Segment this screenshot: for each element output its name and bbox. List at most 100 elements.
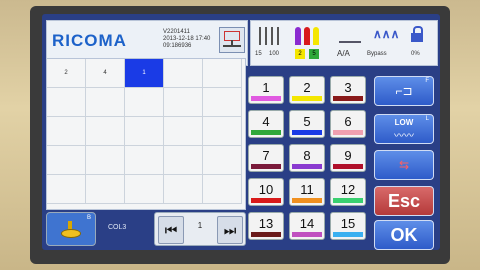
- grid-cell[interactable]: [125, 117, 164, 146]
- needle-button[interactable]: 9: [330, 144, 366, 172]
- needle-button[interactable]: 6: [330, 110, 366, 138]
- grid-cell[interactable]: [164, 59, 203, 88]
- grid-cell[interactable]: [86, 175, 125, 204]
- needle-color-bar: [292, 130, 322, 135]
- skip-forward-icon: ⏭: [223, 222, 237, 238]
- page-number: 1: [197, 221, 203, 230]
- needle-button[interactable]: 3: [330, 76, 366, 104]
- trace-button[interactable]: ⇆: [374, 150, 434, 180]
- grid-cell[interactable]: 4: [86, 59, 125, 88]
- grid-cell[interactable]: [86, 117, 125, 146]
- frame-button[interactable]: ⌐⊐ F: [374, 76, 434, 106]
- needle-button[interactable]: 10: [248, 178, 284, 206]
- design-grid: 241: [46, 58, 246, 210]
- needle-button[interactable]: 4: [248, 110, 284, 138]
- lock-icon[interactable]: [411, 26, 423, 42]
- needle-button[interactable]: 8: [289, 144, 325, 172]
- ok-button[interactable]: OK: [374, 220, 434, 250]
- color-count-label: COL3: [108, 224, 127, 231]
- needle-number: 14: [299, 216, 315, 231]
- grid-cell[interactable]: [164, 175, 203, 204]
- cone-yellow-badge: 2: [295, 49, 305, 59]
- grid-cell[interactable]: [203, 59, 242, 88]
- grid-cell[interactable]: [47, 88, 86, 117]
- needle-button[interactable]: 5: [289, 110, 325, 138]
- needle-button[interactable]: 12: [330, 178, 366, 206]
- needle-color-bar: [292, 164, 322, 169]
- network-icon[interactable]: [219, 27, 245, 53]
- frame-tag: F: [425, 78, 429, 84]
- needle-color-bar: [251, 96, 281, 101]
- needle-color-bar: [292, 198, 322, 203]
- needle-number: 11: [300, 182, 314, 197]
- datetime-line: 2013-12-18 17:40: [163, 36, 211, 42]
- wave-icon: 〰〰: [394, 131, 414, 142]
- next-page-button[interactable]: ⏭: [217, 216, 243, 244]
- needle-number: 2: [303, 80, 311, 95]
- touch-screen: RICOMA V2201411 2013-12-18 17:40 09:1869…: [42, 14, 440, 250]
- needle-color-bar: [333, 198, 363, 203]
- needle-number: 7: [262, 148, 270, 163]
- grid-cell[interactable]: [86, 88, 125, 117]
- needles-icon[interactable]: [257, 27, 279, 45]
- thread-cones-icon[interactable]: [295, 25, 321, 45]
- aa-label: A/A: [337, 49, 350, 58]
- needle-number: 10: [258, 182, 274, 197]
- version-line: V2201411: [163, 29, 190, 35]
- bobbin-button[interactable]: B: [46, 212, 96, 246]
- lock-percent: 0%: [411, 51, 420, 57]
- grid-cell[interactable]: [47, 117, 86, 146]
- prev-page-button[interactable]: ⏮: [158, 216, 184, 244]
- grid-cell[interactable]: [86, 146, 125, 175]
- needle-color-bar: [251, 198, 281, 203]
- needle-button[interactable]: 15: [330, 212, 366, 240]
- needle-button[interactable]: 1: [248, 76, 284, 104]
- low-tag: L: [425, 116, 429, 122]
- level-icon[interactable]: [339, 27, 361, 43]
- skip-back-icon: ⏮: [164, 222, 178, 238]
- grid-cell[interactable]: [164, 88, 203, 117]
- grid-cell[interactable]: [47, 146, 86, 175]
- page-navigator: ⏮ 1 ⏭: [154, 212, 246, 246]
- esc-button[interactable]: Esc: [374, 186, 434, 216]
- grid-cell[interactable]: [164, 117, 203, 146]
- needle-button[interactable]: 2: [289, 76, 325, 104]
- needle-number: 13: [258, 216, 274, 231]
- needle-color-bar: [251, 232, 281, 237]
- grid-cell[interactable]: 2: [47, 59, 86, 88]
- grid-cell[interactable]: [203, 146, 242, 175]
- needle-number: 5: [303, 114, 311, 129]
- grid-cell[interactable]: [203, 175, 242, 204]
- grid-cell[interactable]: [125, 175, 164, 204]
- grid-cell[interactable]: [203, 88, 242, 117]
- grid-cell[interactable]: 1: [125, 59, 164, 88]
- cone-green-badge: 5: [309, 49, 319, 59]
- needle-color-bar: [292, 96, 322, 101]
- needle-button[interactable]: 11: [289, 178, 325, 206]
- needle-color-bar: [292, 232, 322, 237]
- needle-number: 6: [344, 114, 352, 129]
- needle-number: 3: [344, 80, 352, 95]
- needle-button[interactable]: 14: [289, 212, 325, 240]
- needle-color-bar: [333, 130, 363, 135]
- grid-cell[interactable]: [203, 117, 242, 146]
- grid-cell[interactable]: [125, 88, 164, 117]
- low-label: LOW: [394, 118, 414, 127]
- needle-color-bar: [333, 232, 363, 237]
- spool-icon: [61, 221, 81, 238]
- needle-button[interactable]: 13: [248, 212, 284, 240]
- needle-color-bar: [333, 96, 363, 101]
- grid-cell[interactable]: [47, 175, 86, 204]
- trace-icon: ⇆: [398, 158, 410, 172]
- status-toolbar: 15 100 2 5 A/A ∧∧∧ Bypass 0%: [250, 20, 438, 66]
- serial-line: 09:186936: [163, 43, 192, 49]
- grid-cell[interactable]: [125, 146, 164, 175]
- frame-icon: ⌐⊐: [395, 84, 413, 98]
- needle-button[interactable]: 7: [248, 144, 284, 172]
- needle-number: 15: [340, 216, 356, 231]
- needle-sub: 100: [269, 51, 280, 57]
- speed-low-button[interactable]: LOW 〰〰 L: [374, 114, 434, 144]
- zigzag-icon[interactable]: ∧∧∧: [373, 27, 399, 41]
- needle-color-bar: [333, 164, 363, 169]
- grid-cell[interactable]: [164, 146, 203, 175]
